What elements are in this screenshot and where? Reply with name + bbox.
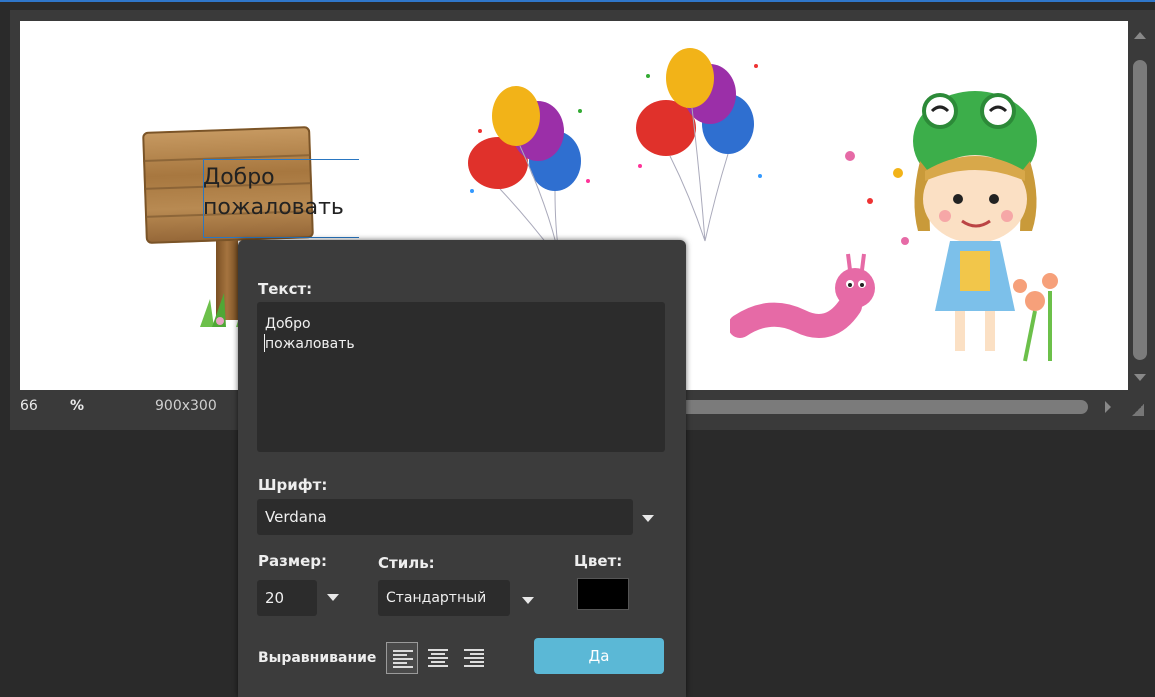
- align-left-icon: [393, 650, 413, 668]
- align-left-button[interactable]: [386, 642, 418, 674]
- scroll-down-arrow-icon[interactable]: [1134, 374, 1146, 381]
- color-swatch[interactable]: [577, 578, 629, 610]
- size-select[interactable]: 20: [257, 580, 317, 616]
- text-caret: [264, 334, 265, 352]
- text-input-area[interactable]: Добро пожаловать: [257, 302, 665, 452]
- alignment-label: Выравнивание: [258, 650, 377, 666]
- vertical-scrollbar[interactable]: [1130, 22, 1150, 402]
- align-right-icon: [464, 649, 484, 667]
- text-input-value: Добро пожаловать: [265, 316, 355, 352]
- resize-grip-icon[interactable]: [1132, 404, 1144, 416]
- image-dimensions: 900x300: [155, 398, 217, 414]
- style-select[interactable]: Стандартный: [378, 580, 510, 616]
- scroll-right-arrow-icon[interactable]: [1105, 401, 1111, 413]
- font-label: Шрифт:: [258, 476, 328, 494]
- size-select-value: 20: [265, 589, 285, 607]
- size-label: Размер:: [258, 552, 328, 570]
- font-dropdown-chevron-down-icon[interactable]: [642, 515, 654, 522]
- canvas-text-line-1: Добро: [203, 165, 275, 190]
- style-label: Стиль:: [378, 554, 435, 572]
- text-label: Текст:: [258, 280, 313, 298]
- canvas-text-line-2: пожаловать: [203, 195, 344, 220]
- align-right-button[interactable]: [458, 642, 490, 674]
- zoom-unit: %: [70, 398, 85, 414]
- font-select-value: Verdana: [265, 508, 327, 526]
- align-center-button[interactable]: [422, 642, 454, 674]
- style-dropdown-chevron-down-icon[interactable]: [522, 597, 534, 604]
- canvas-text-layer[interactable]: Добро пожаловать: [203, 163, 344, 223]
- color-label: Цвет:: [574, 552, 623, 570]
- vertical-scroll-thumb[interactable]: [1133, 60, 1147, 360]
- size-dropdown-chevron-down-icon[interactable]: [327, 594, 339, 601]
- girl-in-frog-hat-image: [845, 91, 1058, 362]
- ok-button[interactable]: Да: [534, 638, 664, 674]
- zoom-value[interactable]: 66: [20, 398, 38, 414]
- align-center-icon: [428, 649, 448, 667]
- horizontal-scroll-thumb[interactable]: [658, 400, 1088, 414]
- scroll-up-arrow-icon[interactable]: [1134, 32, 1146, 39]
- text-tool-dialog: Текст: Добро пожаловать Шрифт: Verdana Р…: [238, 240, 686, 697]
- balloons-image-2: [636, 48, 762, 242]
- font-select[interactable]: Verdana: [257, 499, 633, 535]
- style-select-value: Стандартный: [386, 590, 487, 606]
